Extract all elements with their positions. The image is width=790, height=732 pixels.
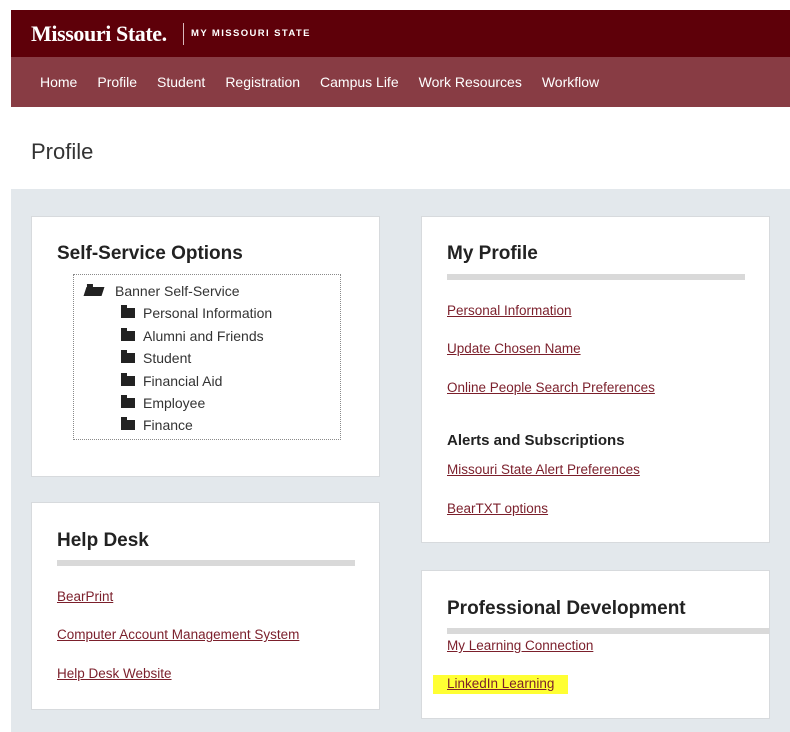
panel-title: Help Desk <box>57 530 149 551</box>
brand-subtitle[interactable]: MY MISSOURI STATE <box>191 28 311 39</box>
brand-logo[interactable]: Missouri State. <box>31 21 167 47</box>
professional-development-panel: Professional Development My Learning Con… <box>421 570 770 719</box>
nav-workflow[interactable]: Workflow <box>542 74 599 90</box>
link-bearprint[interactable]: BearPrint <box>57 589 113 604</box>
folder-icon <box>121 350 135 363</box>
panel-divider <box>447 274 745 280</box>
nav-home[interactable]: Home <box>40 74 77 90</box>
folder-icon <box>121 305 135 318</box>
nav-profile[interactable]: Profile <box>97 74 137 90</box>
my-profile-panel: My Profile Personal Information Update C… <box>421 216 770 543</box>
folder-icon <box>121 395 135 408</box>
folder-icon <box>121 328 135 341</box>
brand-divider <box>183 23 184 45</box>
folder-open-icon <box>83 286 105 296</box>
tree-item-alumni-and-friends[interactable]: Alumni and Friends <box>121 328 264 344</box>
tree-root-banner[interactable]: Banner Self-Service <box>83 283 240 299</box>
link-linkedin-learning[interactable]: LinkedIn Learning <box>433 675 569 694</box>
main-nav: Home Profile Student Registration Campus… <box>11 57 790 107</box>
folder-icon <box>121 373 135 386</box>
tree-item-student[interactable]: Student <box>121 350 191 366</box>
panel-divider <box>447 628 769 634</box>
alerts-subscriptions-heading: Alerts and Subscriptions <box>447 432 625 449</box>
link-beartxt-options[interactable]: BearTXT options <box>447 501 548 516</box>
link-help-desk-website[interactable]: Help Desk Website <box>57 666 172 681</box>
content-area: Self-Service Options Banner Self-Service… <box>11 189 790 732</box>
nav-campus-life[interactable]: Campus Life <box>320 74 399 90</box>
panel-divider <box>57 560 355 566</box>
link-online-people-search[interactable]: Online People Search Preferences <box>447 380 655 395</box>
top-header-bar: Missouri State. MY MISSOURI STATE <box>11 10 790 57</box>
tree-item-financial-aid[interactable]: Financial Aid <box>121 373 222 389</box>
panel-title: Professional Development <box>447 598 686 619</box>
tree-item-employee[interactable]: Employee <box>121 395 205 411</box>
nav-work-resources[interactable]: Work Resources <box>419 74 522 90</box>
folder-icon <box>121 417 135 430</box>
tree-item-personal-information[interactable]: Personal Information <box>121 305 272 321</box>
link-personal-information[interactable]: Personal Information <box>447 303 572 318</box>
panel-title: My Profile <box>447 243 538 264</box>
self-service-tree: Banner Self-Service Personal Information… <box>73 274 341 440</box>
self-service-panel: Self-Service Options Banner Self-Service… <box>31 216 380 477</box>
nav-registration[interactable]: Registration <box>225 74 300 90</box>
link-my-learning-connection[interactable]: My Learning Connection <box>447 638 593 653</box>
panel-title: Self-Service Options <box>57 243 243 264</box>
page-title: Profile <box>31 139 94 164</box>
link-missouri-state-alert-preferences[interactable]: Missouri State Alert Preferences <box>447 462 640 477</box>
nav-student[interactable]: Student <box>157 74 205 90</box>
link-computer-account-management[interactable]: Computer Account Management System <box>57 627 299 642</box>
tree-item-finance[interactable]: Finance <box>121 417 193 433</box>
help-desk-panel: Help Desk BearPrint Computer Account Man… <box>31 502 380 710</box>
link-update-chosen-name[interactable]: Update Chosen Name <box>447 341 581 356</box>
